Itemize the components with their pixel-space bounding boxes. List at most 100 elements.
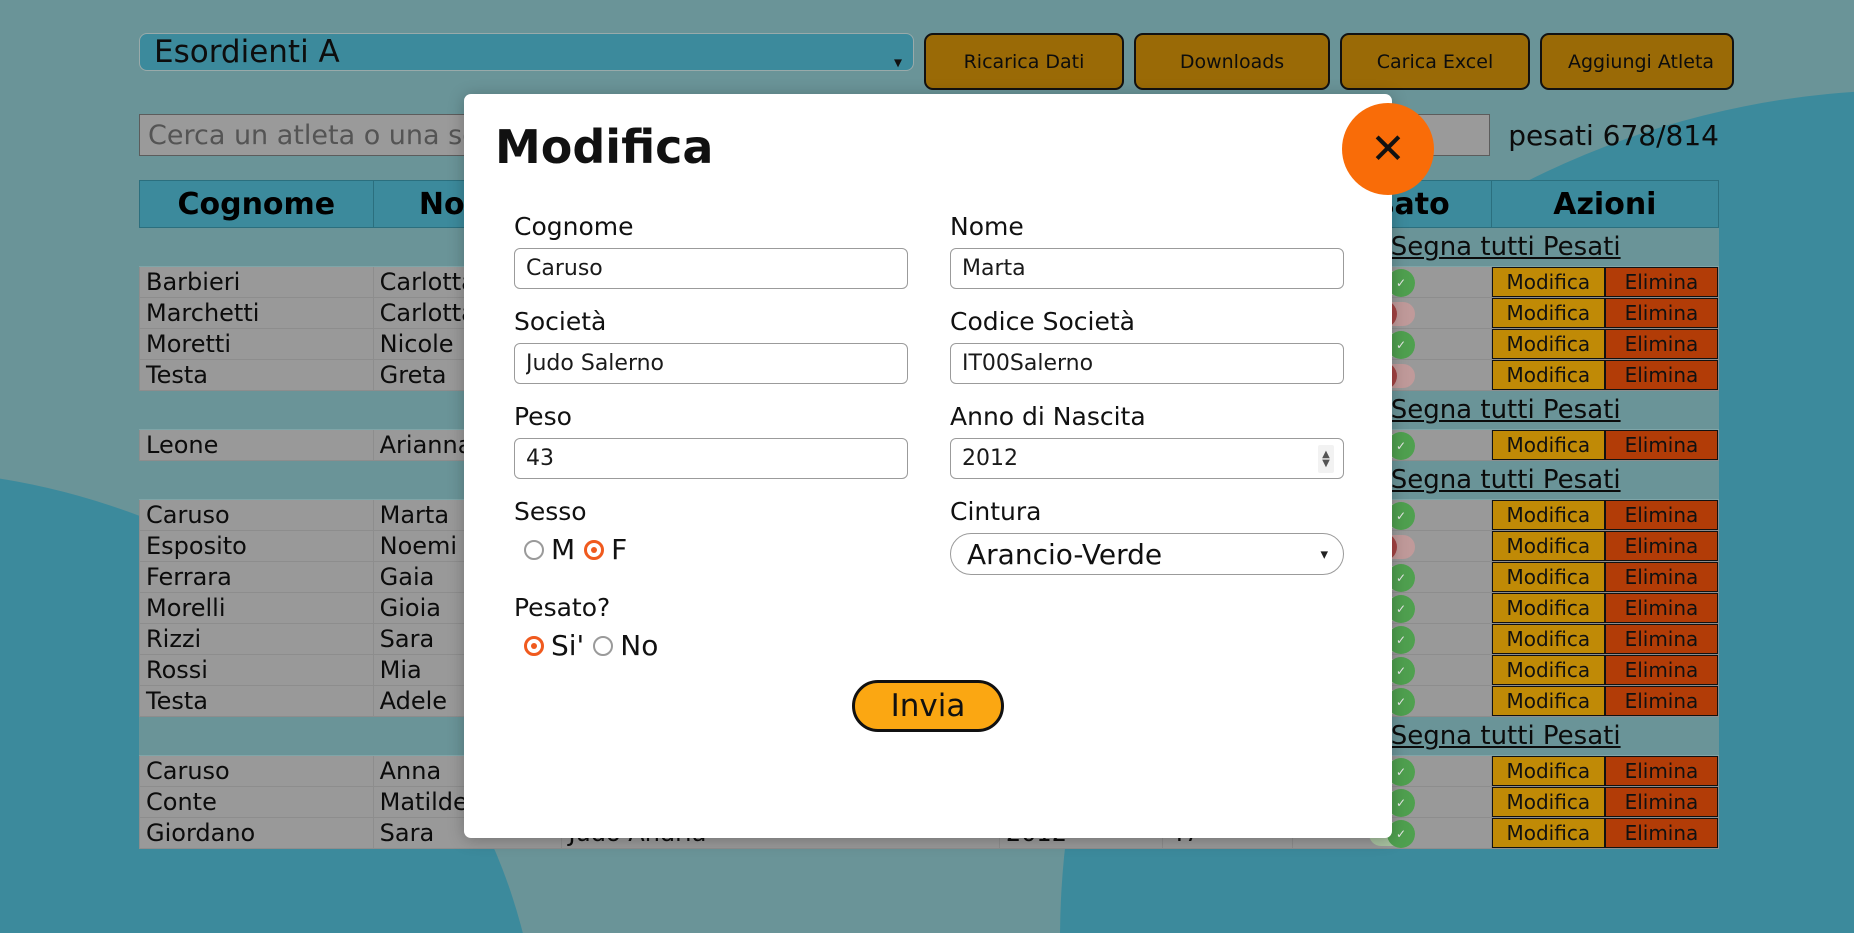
field-codice-societa: Codice Società — [950, 307, 1344, 384]
edit-button[interactable]: Modifica — [1492, 531, 1605, 561]
category-select[interactable]: Esordienti A — [139, 33, 914, 71]
delete-button[interactable]: Elimina — [1604, 655, 1718, 685]
cell-cognome: Conte — [139, 786, 374, 818]
edit-button[interactable]: Modifica — [1492, 787, 1605, 817]
edit-button[interactable]: Modifica — [1492, 267, 1605, 297]
submit-button[interactable]: Invia — [851, 680, 1005, 732]
edit-modal: Modifica ✕ Cognome Nome Società Codice S… — [464, 94, 1434, 838]
add-athlete-button[interactable]: Aggiungi Atleta — [1540, 33, 1734, 90]
column-header-azioni: Azioni — [1490, 180, 1719, 228]
label-nome: Nome — [950, 212, 1024, 241]
anno-nascita-input[interactable] — [950, 438, 1344, 479]
edit-form: Cognome Nome Società Codice Società Peso — [514, 212, 1352, 680]
cintura-select[interactable]: Arancio-Verde — [950, 533, 1344, 575]
label-codice-societa: Codice Società — [950, 307, 1135, 336]
edit-button[interactable]: Modifica — [1492, 298, 1605, 328]
edit-button[interactable]: Modifica — [1492, 686, 1605, 716]
edit-button[interactable]: Modifica — [1492, 756, 1605, 786]
mark-all-weighed-link[interactable]: Segna tutti Pesati — [1391, 721, 1621, 751]
edit-button[interactable]: Modifica — [1492, 655, 1605, 685]
close-icon[interactable]: ✕ — [1342, 103, 1434, 195]
sesso-option-f[interactable]: F — [584, 533, 627, 566]
downloads-button[interactable]: Downloads — [1134, 33, 1330, 90]
field-nome: Nome — [950, 212, 1344, 289]
mark-all-weighed-link[interactable]: Segna tutti Pesati — [1391, 395, 1621, 425]
delete-button[interactable]: Elimina — [1604, 593, 1718, 623]
peso-input[interactable] — [514, 438, 908, 479]
label-cognome: Cognome — [514, 212, 634, 241]
cell-cognome: Barbieri — [139, 266, 374, 298]
label-pesato: Pesato? — [514, 593, 611, 622]
column-header-cognome: Cognome — [139, 180, 374, 228]
cell-azioni: Modifica Elimina — [1490, 817, 1719, 849]
mark-all-weighed-link[interactable]: Segna tutti Pesati — [1391, 465, 1621, 495]
cell-cognome: Testa — [139, 359, 374, 391]
field-pesato: Pesato? Si' No — [514, 593, 908, 662]
edit-button[interactable]: Modifica — [1492, 593, 1605, 623]
delete-button[interactable]: Elimina — [1604, 267, 1718, 297]
cell-cognome: Rossi — [139, 654, 374, 686]
delete-button[interactable]: Elimina — [1604, 562, 1718, 592]
cell-cognome: Marchetti — [139, 297, 374, 329]
cell-azioni: Modifica Elimina — [1490, 297, 1719, 329]
societa-input[interactable] — [514, 343, 908, 384]
nome-input[interactable] — [950, 248, 1344, 289]
delete-button[interactable]: Elimina — [1604, 298, 1718, 328]
delete-button[interactable]: Elimina — [1604, 500, 1718, 530]
pesato-option-si[interactable]: Si' — [524, 629, 584, 662]
cell-azioni: Modifica Elimina — [1490, 266, 1719, 298]
sesso-radio-group: M F — [514, 533, 908, 566]
radio-icon-no[interactable] — [593, 635, 614, 656]
cell-azioni: Modifica Elimina — [1490, 561, 1719, 593]
radio-icon-m[interactable] — [524, 539, 544, 560]
radio-icon-f[interactable] — [584, 539, 605, 560]
delete-button[interactable]: Elimina — [1604, 624, 1718, 654]
cell-cognome: Esposito — [139, 530, 374, 562]
delete-button[interactable]: Elimina — [1604, 329, 1718, 359]
modal-title: Modifica — [495, 120, 714, 174]
cell-azioni: Modifica Elimina — [1490, 623, 1719, 655]
pesato-label-si: Si' — [551, 629, 585, 662]
category-select-wrapper: Esordienti A ▾ — [139, 33, 914, 90]
pesato-label-no: No — [620, 629, 659, 662]
delete-button[interactable]: Elimina — [1604, 531, 1718, 561]
cell-cognome: Leone — [139, 429, 374, 461]
cell-azioni: Modifica Elimina — [1490, 530, 1719, 562]
mark-all-weighed-link[interactable]: Segna tutti Pesati — [1391, 232, 1621, 262]
edit-button[interactable]: Modifica — [1492, 624, 1605, 654]
label-sesso: Sesso — [514, 497, 587, 526]
pesato-option-no[interactable]: No — [593, 629, 658, 662]
edit-button[interactable]: Modifica — [1492, 430, 1605, 460]
delete-button[interactable]: Elimina — [1604, 430, 1718, 460]
field-cintura: Cintura Arancio-Verde ▾ — [950, 497, 1344, 575]
field-sesso: Sesso M F — [514, 497, 908, 575]
edit-button[interactable]: Modifica — [1492, 818, 1605, 848]
edit-button[interactable]: Modifica — [1492, 360, 1605, 390]
upload-excel-button[interactable]: Carica Excel — [1340, 33, 1530, 90]
cell-azioni: Modifica Elimina — [1490, 786, 1719, 818]
cell-cognome: Giordano — [139, 817, 374, 849]
weighed-counter: pesati 678/814 — [1508, 118, 1719, 152]
cell-cognome: Rizzi — [139, 623, 374, 655]
codice-societa-input[interactable] — [950, 343, 1344, 384]
cognome-input[interactable] — [514, 248, 908, 289]
field-anno-nascita: Anno di Nascita ▲▼ — [950, 402, 1344, 479]
delete-button[interactable]: Elimina — [1604, 787, 1718, 817]
cintura-wrapper: Arancio-Verde ▾ — [950, 533, 1344, 575]
delete-button[interactable]: Elimina — [1604, 686, 1718, 716]
edit-button[interactable]: Modifica — [1492, 500, 1605, 530]
reload-data-button[interactable]: Ricarica Dati — [924, 33, 1124, 90]
page-root: Esordienti A ▾ Ricarica Dati Downloads C… — [0, 0, 1854, 933]
delete-button[interactable]: Elimina — [1604, 360, 1718, 390]
radio-icon-si[interactable] — [524, 635, 544, 656]
edit-button[interactable]: Modifica — [1492, 329, 1605, 359]
anno-nascita-wrapper: ▲▼ — [950, 438, 1344, 479]
number-stepper-icon[interactable]: ▲ ▼ — [1318, 444, 1334, 473]
label-peso: Peso — [514, 402, 572, 431]
delete-button[interactable]: Elimina — [1604, 818, 1718, 848]
delete-button[interactable]: Elimina — [1604, 756, 1718, 786]
label-cintura: Cintura — [950, 497, 1042, 526]
sesso-option-m[interactable]: M — [524, 533, 575, 566]
cell-azioni: Modifica Elimina — [1490, 685, 1719, 717]
edit-button[interactable]: Modifica — [1492, 562, 1605, 592]
